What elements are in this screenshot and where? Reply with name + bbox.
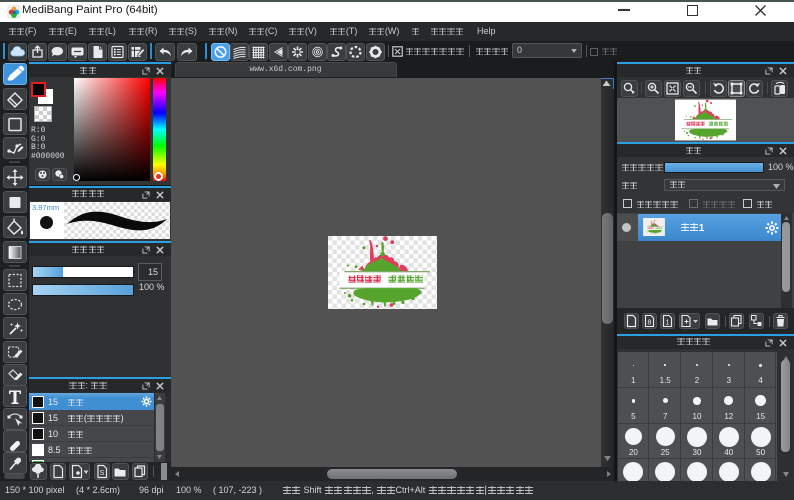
svg-text:8: 8 [647, 320, 651, 327]
svg-text:1: 1 [665, 320, 669, 327]
svg-text:S: S [99, 470, 104, 477]
